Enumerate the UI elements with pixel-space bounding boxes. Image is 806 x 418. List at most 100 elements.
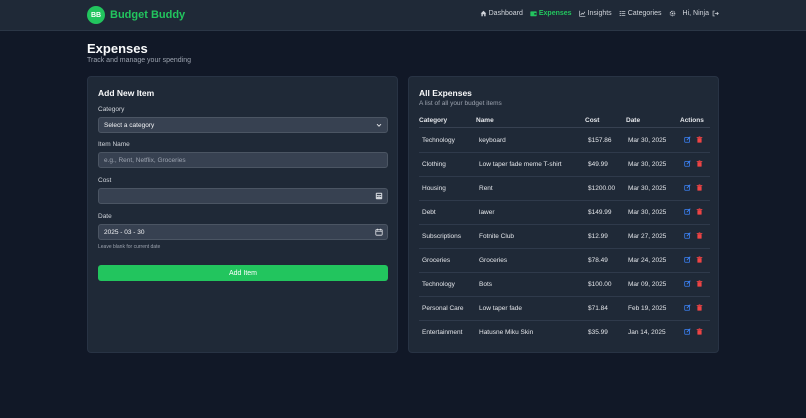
edit-icon[interactable]: [684, 208, 691, 215]
row-category: Groceries: [422, 257, 451, 264]
category-label: Category: [98, 106, 125, 113]
row-name: Fotnite Club: [479, 233, 515, 240]
row-name: Low taper fade: [479, 305, 523, 312]
nav-link-label: Expenses: [538, 10, 572, 17]
calendar-icon[interactable]: [375, 228, 383, 236]
wallet-icon: [530, 11, 537, 17]
edit-icon[interactable]: [684, 232, 691, 239]
item-name-placeholder: e.g., Rent, Netflix, Groceries: [104, 156, 186, 164]
trash-icon[interactable]: [696, 160, 703, 167]
row-actions: [684, 304, 703, 311]
header-cost: Cost: [585, 117, 600, 124]
row-category: Clothing: [422, 161, 446, 168]
edit-icon[interactable]: [684, 160, 691, 167]
row-actions: [684, 328, 703, 335]
row-date: Mar 30, 2025: [628, 137, 667, 144]
row-date: Mar 09, 2025: [628, 281, 667, 288]
row-cost: $35.99: [588, 329, 608, 336]
category-select-value: Select a category: [104, 121, 155, 129]
header-actions: Actions: [680, 117, 704, 124]
cost-input[interactable]: [98, 188, 388, 204]
row-actions: [684, 256, 703, 263]
item-name-input[interactable]: e.g., Rent, Netflix, Groceries: [98, 152, 388, 168]
nav-link-expenses[interactable]: Expenses: [530, 10, 572, 17]
header-date: Date: [626, 117, 641, 124]
row-date: Jan 14, 2025: [628, 329, 666, 336]
calculator-icon[interactable]: [375, 192, 383, 200]
form-title: Add New Item: [98, 88, 155, 98]
trash-icon[interactable]: [696, 184, 703, 191]
add-item-button[interactable]: Add Item: [98, 265, 388, 281]
trash-icon[interactable]: [696, 232, 703, 239]
list-icon: [619, 11, 625, 17]
row-category: Technology: [422, 137, 455, 144]
table-row: Technology keyboard $157.86 Mar 30, 2025: [419, 129, 710, 153]
row-date: Mar 30, 2025: [628, 161, 667, 168]
row-name: Low taper fade meme T-shirt: [479, 161, 562, 168]
row-cost: $157.86: [588, 137, 612, 144]
row-cost: $1200.00: [588, 185, 616, 192]
row-date: Mar 30, 2025: [628, 185, 667, 192]
table-row: Housing Rent $1200.00 Mar 30, 2025: [419, 177, 710, 201]
chevron-down-icon: [376, 123, 382, 127]
nav-link-label: Dashboard: [488, 10, 523, 17]
brand[interactable]: BB Budget Buddy: [87, 6, 185, 24]
table-row: Clothing Low taper fade meme T-shirt $49.9…: [419, 153, 710, 177]
page-subtitle: Track and manage your spending: [87, 57, 192, 64]
row-actions: [684, 232, 703, 239]
edit-icon[interactable]: [684, 280, 691, 287]
nav-link-label: Categories: [627, 10, 662, 17]
edit-icon[interactable]: [684, 328, 691, 335]
row-actions: [684, 160, 703, 167]
top-navbar: BB Budget Buddy Dashboard Expenses Insig…: [0, 0, 806, 31]
logout-icon[interactable]: [712, 10, 719, 17]
date-hint: Leave blank for current date: [98, 244, 161, 250]
row-category: Subscriptions: [422, 233, 462, 240]
date-input[interactable]: 2025 - 03 - 30: [98, 224, 388, 240]
trash-icon[interactable]: [696, 136, 703, 143]
date-label: Date: [98, 213, 112, 220]
brand-logo: BB: [87, 6, 105, 24]
row-cost: $71.84: [588, 305, 608, 312]
row-name: keyboard: [479, 137, 506, 144]
trash-icon[interactable]: [696, 280, 703, 287]
nav-link-insights[interactable]: Insights: [578, 10, 612, 17]
trash-icon[interactable]: [696, 256, 703, 263]
add-item-panel: Add New Item Category Select a category …: [87, 76, 398, 353]
category-select[interactable]: Select a category: [98, 117, 388, 133]
row-date: Feb 19, 2025: [628, 305, 667, 312]
row-actions: [684, 136, 703, 143]
edit-icon[interactable]: [684, 136, 691, 143]
row-actions: [684, 184, 703, 191]
row-category: Entertainment: [422, 329, 463, 336]
brand-name: Budget Buddy: [110, 9, 186, 21]
table-row: Debt lawer $149.99 Mar 30, 2025: [419, 201, 710, 225]
row-name: Bots: [479, 281, 493, 288]
table-row: Groceries Groceries $78.49 Mar 24, 2025: [419, 249, 710, 273]
row-name: Groceries: [479, 257, 508, 264]
user-menu[interactable]: Hi, Ninja: [683, 10, 719, 17]
nav-link-categories[interactable]: Categories: [619, 10, 662, 17]
edit-icon[interactable]: [684, 304, 691, 311]
nav-links: Dashboard Expenses Insights Categories H…: [480, 10, 719, 17]
trash-icon[interactable]: [696, 304, 703, 311]
trash-icon[interactable]: [696, 328, 703, 335]
row-category: Debt: [422, 209, 436, 216]
row-date: Mar 24, 2025: [628, 257, 667, 264]
row-actions: [684, 280, 703, 287]
edit-icon[interactable]: [684, 184, 691, 191]
table-title: All Expenses: [419, 88, 472, 98]
row-category: Personal Care: [422, 305, 464, 312]
table-row: Subscriptions Fotnite Club $12.99 Mar 27, 2…: [419, 225, 710, 249]
row-category: Technology: [422, 281, 455, 288]
date-value: 2025 - 03 - 30: [104, 228, 145, 236]
header-name: Name: [476, 117, 494, 124]
gear-icon[interactable]: [669, 10, 676, 17]
trash-icon[interactable]: [696, 208, 703, 215]
cost-label: Cost: [98, 177, 112, 184]
table-row: Entertainment Hatusne Miku Skin $35.99 Jan …: [419, 321, 710, 345]
chart-icon: [578, 10, 585, 17]
nav-link-dashboard[interactable]: Dashboard: [480, 10, 523, 17]
edit-icon[interactable]: [684, 256, 691, 263]
nav-link-label: Insights: [587, 10, 612, 17]
